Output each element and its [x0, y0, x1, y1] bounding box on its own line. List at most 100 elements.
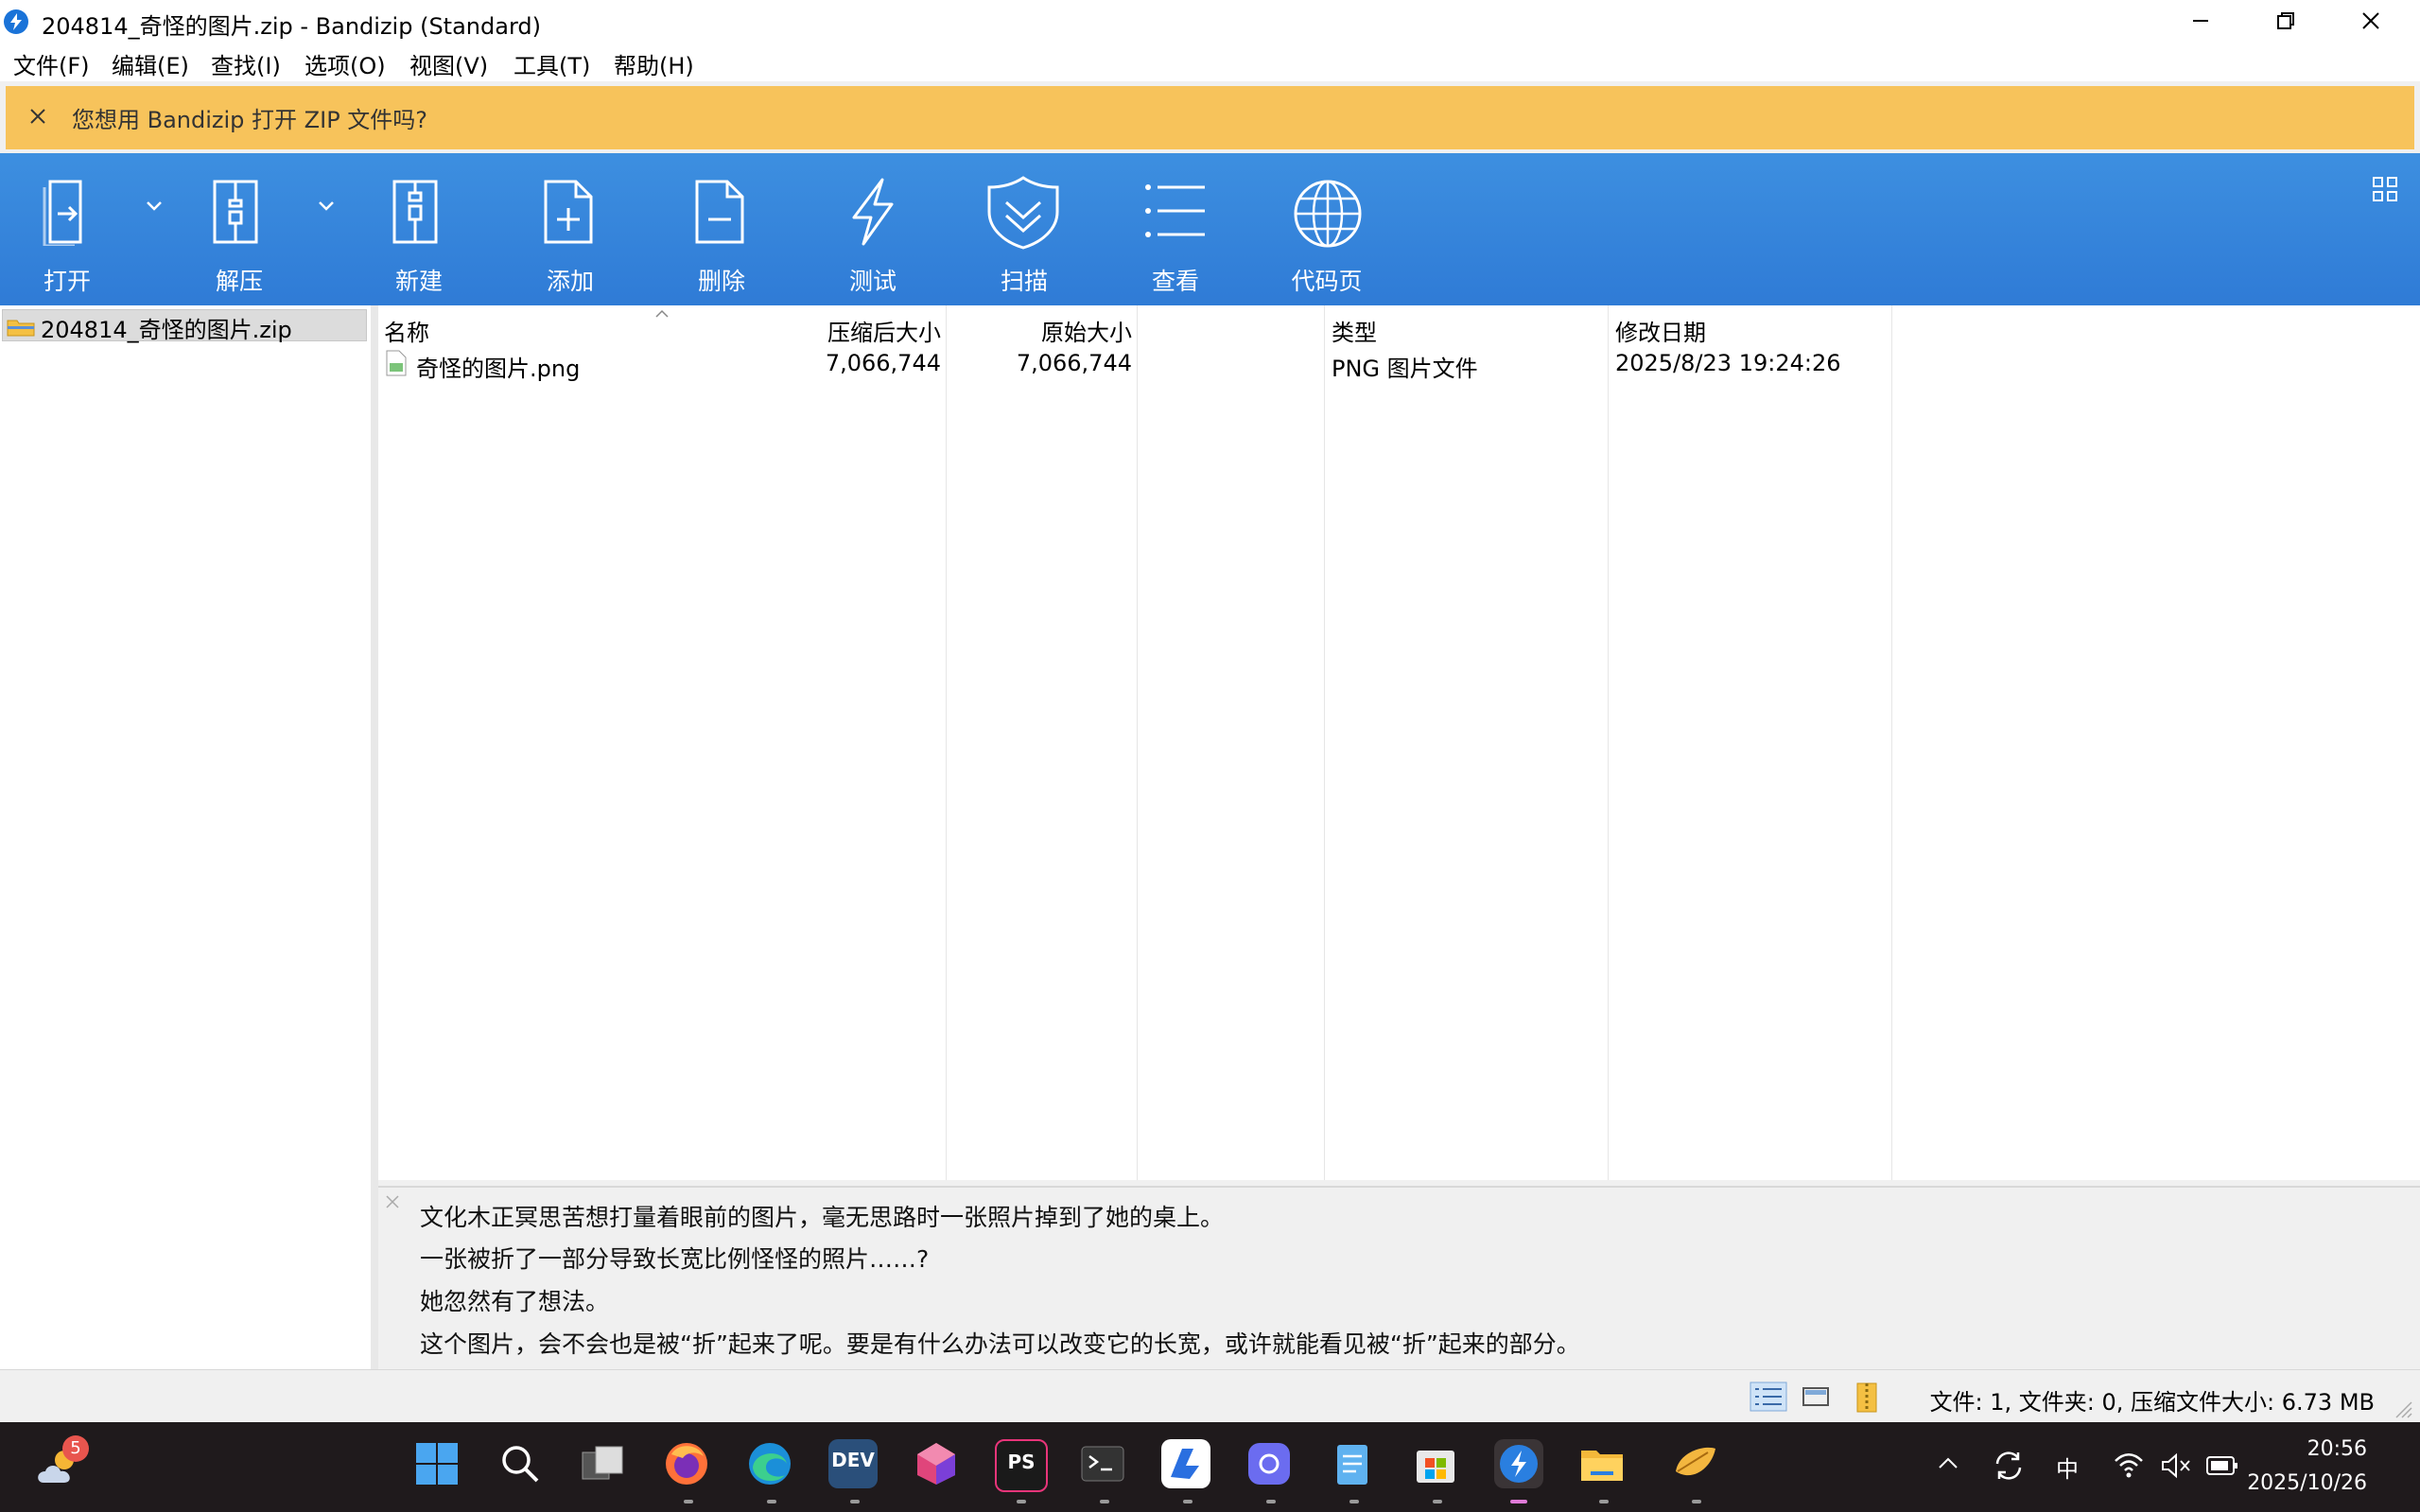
wifi-icon[interactable]	[2113, 1451, 2145, 1479]
running-indicator	[850, 1500, 860, 1503]
open-icon	[43, 180, 82, 246]
file-original-size: 7,066,744	[1016, 350, 1132, 376]
edge-icon	[749, 1443, 791, 1485]
taskbar-app-leaf[interactable]	[1670, 1439, 1719, 1488]
toolbar: 打开 解压 新建 添加 删除 测试 扫描 查看 代码页	[0, 153, 2420, 305]
menu-edit[interactable]: 编辑(E)	[112, 47, 189, 80]
layout-grid-icon[interactable]	[2372, 176, 2398, 202]
open-dropdown-icon[interactable]	[146, 200, 163, 212]
list-icon	[1145, 184, 1205, 237]
new-archive-button[interactable]: 新建	[357, 153, 480, 305]
scan-label: 扫描	[1000, 268, 1048, 295]
extract-button[interactable]: 解压	[178, 153, 301, 305]
menu-file[interactable]: 文件(F)	[13, 47, 90, 80]
running-indicator	[1017, 1500, 1026, 1503]
ime-indicator[interactable]: 中	[2056, 1451, 2079, 1484]
ms-store-icon	[1417, 1451, 1454, 1483]
file-name: 奇怪的图片.png	[416, 356, 581, 382]
running-indicator	[1266, 1500, 1276, 1503]
taskbar-app-baidu-netdisk[interactable]	[1161, 1439, 1210, 1488]
menu-options[interactable]: 选项(O)	[305, 47, 386, 80]
menu-help[interactable]: 帮助(H)	[614, 47, 694, 80]
column-separator[interactable]	[1137, 305, 1138, 1180]
codepage-button[interactable]: 代码页	[1265, 153, 1388, 305]
sync-icon[interactable]	[1992, 1449, 2026, 1483]
minimize-button[interactable]	[2158, 0, 2243, 42]
column-separator[interactable]	[1324, 305, 1325, 1180]
folder-tree: 204814_奇怪的图片.zip	[0, 305, 371, 1369]
running-indicator	[767, 1500, 776, 1503]
task-view-button[interactable]	[579, 1439, 628, 1488]
resize-grip-icon[interactable]	[2393, 1399, 2413, 1419]
taskbar-app-store[interactable]	[1411, 1439, 1460, 1488]
delete-label: 删除	[697, 268, 745, 295]
column-header-original-size[interactable]: 原始大小	[1041, 314, 1132, 347]
scan-button[interactable]: 扫描	[963, 153, 1086, 305]
menu-view[interactable]: 视图(V)	[409, 47, 488, 80]
firefox-icon	[666, 1443, 707, 1485]
close-icon[interactable]	[384, 1193, 401, 1210]
add-label: 添加	[546, 268, 594, 295]
taskbar-app-terminal[interactable]	[1078, 1439, 1127, 1488]
column-header-modified[interactable]: 修改日期	[1615, 314, 1706, 347]
column-separator[interactable]	[946, 305, 947, 1180]
clock-time[interactable]: 20:56	[2307, 1437, 2367, 1461]
status-text: 文件: 1, 文件夹: 0, 压缩文件大小: 6.73 MB	[1929, 1389, 2375, 1416]
search-button[interactable]	[496, 1439, 545, 1488]
menu-tools[interactable]: 工具(T)	[514, 47, 590, 80]
leaf-app-icon	[1676, 1447, 1715, 1476]
view-button[interactable]: 查看	[1114, 153, 1237, 305]
extract-dropdown-icon[interactable]	[318, 200, 335, 212]
new-archive-label: 新建	[394, 268, 443, 295]
taskbar: 5 DEV PS 中 20:56 2025/10/26	[0, 1422, 2420, 1512]
notification-text[interactable]: 您想用 Bandizip 打开 ZIP 文件吗?	[72, 101, 427, 134]
clock-date[interactable]: 2025/10/26	[2247, 1471, 2367, 1495]
column-header-type[interactable]: 类型	[1332, 314, 1377, 347]
open-label: 打开	[43, 268, 91, 295]
status-bar: 文件: 1, 文件夹: 0, 压缩文件大小: 6.73 MB	[0, 1369, 2420, 1423]
taskbar-app-edge[interactable]	[745, 1439, 794, 1488]
menu-find[interactable]: 查找(I)	[211, 47, 281, 80]
close-icon[interactable]	[26, 105, 49, 128]
column-header-compressed-size[interactable]: 压缩后大小	[827, 314, 941, 347]
details-view-icon[interactable]	[1750, 1382, 1787, 1412]
close-button[interactable]	[2328, 0, 2413, 42]
battery-icon[interactable]	[2205, 1454, 2239, 1477]
preview-view-icon[interactable]	[1801, 1382, 1831, 1412]
volume-muted-icon[interactable]	[2160, 1452, 2192, 1479]
taskbar-app-notepad[interactable]	[1328, 1439, 1377, 1488]
running-indicator	[1692, 1500, 1701, 1503]
column-separator[interactable]	[1608, 305, 1609, 1180]
codepage-label: 代码页	[1291, 268, 1363, 295]
restore-button[interactable]	[2243, 0, 2328, 42]
taskbar-app-firefox[interactable]	[662, 1439, 711, 1488]
taskbar-app-cube[interactable]	[912, 1439, 961, 1488]
add-button[interactable]: 添加	[509, 153, 632, 305]
taskbar-app-devcpp[interactable]: DEV	[828, 1439, 878, 1488]
test-button[interactable]: 测试	[811, 153, 934, 305]
new-archive-icon	[392, 180, 438, 244]
taskbar-app-file-explorer[interactable]	[1577, 1439, 1627, 1488]
open-button[interactable]: 打开	[6, 153, 129, 305]
taskbar-app-copilot[interactable]	[1245, 1439, 1294, 1488]
comment-line: 这个图片，会不会也是被“折”起来了呢。要是有什么办法可以改变它的长宽，或许就能看…	[420, 1330, 1580, 1358]
taskbar-app-bandizip[interactable]	[1494, 1439, 1543, 1488]
weather-badge: 5	[62, 1435, 89, 1462]
cube-app-icon	[917, 1443, 955, 1485]
pane-splitter[interactable]	[371, 305, 378, 1369]
title-bar: 204814_奇怪的图片.zip - Bandizip (Standard)	[0, 0, 2420, 42]
tree-item-archive[interactable]: 204814_奇怪的图片.zip	[2, 309, 367, 343]
add-file-icon	[544, 180, 593, 244]
delete-file-icon	[695, 180, 744, 244]
view-label: 查看	[1151, 268, 1199, 295]
column-separator[interactable]	[1891, 305, 1892, 1180]
sort-ascending-icon	[655, 309, 669, 318]
column-header-name[interactable]: 名称	[384, 314, 429, 347]
tray-overflow-icon[interactable]	[1937, 1454, 1959, 1471]
archive-info-icon[interactable]	[1854, 1382, 1886, 1414]
start-button[interactable]	[412, 1439, 461, 1488]
taskbar-app-phpstorm[interactable]: PS	[995, 1439, 1048, 1492]
delete-button[interactable]: 删除	[660, 153, 783, 305]
bandizip-icon	[1500, 1445, 1538, 1483]
tree-item-label: 204814_奇怪的图片.zip	[41, 317, 292, 343]
